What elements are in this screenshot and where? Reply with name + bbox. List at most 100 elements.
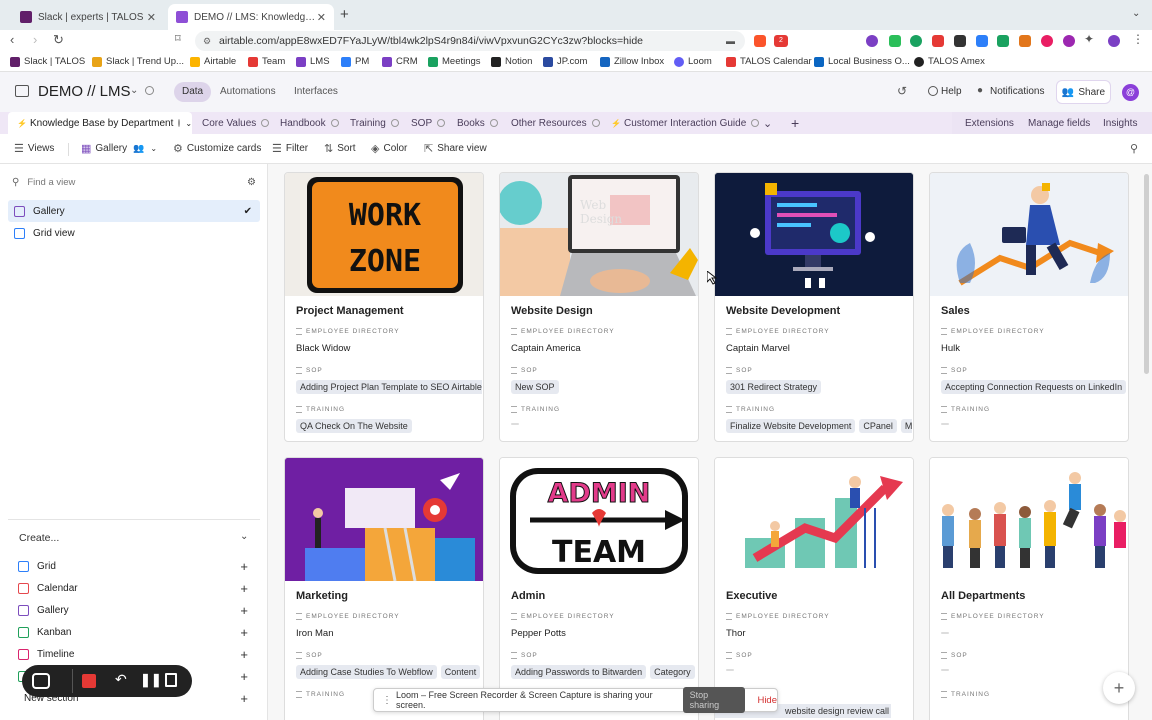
training-chip[interactable]: Finalize Website Development — [726, 419, 856, 433]
undo-icon[interactable]: ↶ — [115, 671, 127, 688]
bookmark-item[interactable]: JP.com — [543, 56, 587, 67]
browser-menu-icon[interactable]: ⋮ — [1132, 32, 1144, 46]
chevron-down-icon[interactable]: ⌄ — [130, 85, 138, 96]
create-section-label[interactable]: Create... — [19, 532, 59, 544]
table-tab-active[interactable]: ⚡ Knowledge Base by Department ⌄ — [8, 112, 192, 134]
help-link[interactable]: Help — [941, 86, 962, 97]
notifications-link[interactable]: Notifications — [990, 86, 1044, 97]
bookmark-item[interactable]: Notion — [491, 56, 532, 67]
create-kanban[interactable]: Kanban + — [18, 623, 248, 641]
hide-button[interactable]: Hide — [757, 695, 777, 706]
gallery-card[interactable]: Marketing EMPLOYEE DIRECTORY Iron Man SO… — [284, 457, 484, 720]
bookmark-item[interactable]: Local Business O... — [814, 56, 910, 67]
history-icon[interactable]: ↺ — [897, 84, 907, 98]
bookmark-item[interactable]: Airtable — [190, 56, 236, 67]
sidebar-view-gallery[interactable]: Gallery ✔ — [8, 200, 260, 222]
share-view-button[interactable]: ⇱ Share view — [424, 142, 487, 155]
camera-indicator-icon[interactable]: ▬ — [726, 36, 735, 46]
stop-icon[interactable] — [82, 674, 96, 688]
color-button[interactable]: ◈ Color — [371, 142, 407, 155]
extension-2-icon[interactable] — [889, 35, 901, 47]
create-timeline[interactable]: Timeline + — [18, 645, 248, 663]
extension-7-icon[interactable] — [997, 35, 1009, 47]
extension-5-icon[interactable] — [954, 35, 966, 47]
add-record-button[interactable]: + — [1103, 672, 1135, 704]
trash-icon[interactable] — [165, 673, 177, 687]
gallery-card[interactable]: ADMIN TEAM Admin EMPLOYEE DIRECTORY Pepp… — [499, 457, 699, 720]
bookmark-item[interactable]: TALOS Amex — [914, 56, 985, 67]
bookmark-item[interactable]: CRM — [382, 56, 418, 67]
gallery-scrollbar[interactable] — [1144, 174, 1149, 374]
manage-fields-link[interactable]: Manage fields — [1028, 112, 1090, 134]
gallery-card[interactable]: Website Development EMPLOYEE DIRECTORY C… — [714, 172, 914, 442]
pause-icon[interactable]: ❚❚ — [140, 672, 162, 688]
help-icon[interactable] — [928, 86, 938, 96]
account-avatar[interactable]: @ — [1122, 84, 1139, 101]
extension-6-icon[interactable] — [976, 35, 988, 47]
tab-list-chevron-icon[interactable]: ⌄ — [1132, 8, 1140, 19]
gallery-view-switcher[interactable]: ▦ Gallery 👥 ⌄ — [81, 142, 157, 155]
reload-icon[interactable]: ↻ — [53, 32, 64, 48]
bookmark-item[interactable]: Slack | Trend Up... — [92, 56, 184, 67]
table-tab[interactable]: ⚡ Customer Interaction Guide — [611, 112, 760, 134]
browser-tab-airtable[interactable]: DEMO // LMS: Knowledge Base ✕ — [168, 4, 334, 30]
create-gallery[interactable]: Gallery + — [18, 601, 248, 619]
forward-icon[interactable]: › — [33, 32, 37, 47]
brave-icon[interactable] — [754, 35, 766, 47]
table-tab[interactable]: Core Values — [202, 112, 270, 134]
training-chip[interactable]: M — [900, 419, 912, 433]
table-tab[interactable]: Other Resources — [511, 112, 600, 134]
more-tables-chevron-icon[interactable]: ⌄ — [763, 112, 772, 134]
nav-interfaces[interactable]: Interfaces — [294, 86, 338, 97]
site-info-icon[interactable]: ⚙ — [203, 36, 211, 47]
gallery-card[interactable]: Sales EMPLOYEE DIRECTORY Hulk SOP Accept… — [929, 172, 1129, 442]
sop-chip[interactable]: Content — [440, 665, 481, 679]
create-calendar[interactable]: Calendar + — [18, 579, 248, 597]
table-tab[interactable]: Books — [457, 112, 498, 134]
search-icon[interactable]: ⚲ — [1130, 142, 1138, 155]
sidebar-view-grid[interactable]: Grid view — [8, 222, 260, 244]
info-icon[interactable] — [145, 86, 154, 95]
gallery-card[interactable]: WORK ZONE Project Management EMPLOYEE DI… — [284, 172, 484, 442]
bookmark-item[interactable]: Slack | TALOS — [10, 56, 85, 67]
views-toggle[interactable]: ☰ Views — [14, 142, 54, 155]
bookmark-icon[interactable]: ⌑ — [175, 32, 181, 45]
extensions-puzzle-icon[interactable]: ✦ — [1084, 32, 1094, 46]
extension-badge[interactable]: 2 — [774, 35, 788, 47]
sop-chip[interactable]: Adding Passwords to Bitwarden — [511, 665, 647, 679]
insights-link[interactable]: Insights — [1103, 112, 1137, 134]
sop-chip[interactable]: Category — [650, 665, 695, 679]
bookmark-item[interactable]: Loom — [674, 56, 712, 67]
extension-4-icon[interactable] — [932, 35, 944, 47]
stop-sharing-button[interactable]: Stop sharing — [682, 687, 746, 713]
sop-chip[interactable]: 301 Redirect Strategy — [726, 380, 822, 394]
gallery-card[interactable]: All Departments EMPLOYEE DIRECTORY SOP T… — [929, 457, 1129, 720]
add-table-icon[interactable]: + — [791, 112, 799, 134]
filter-button[interactable]: ☰ Filter — [272, 142, 308, 155]
bookmark-item[interactable]: Meetings — [428, 56, 481, 67]
gallery-card[interactable]: Executive EMPLOYEE DIRECTORY Thor SOP we… — [714, 457, 914, 720]
drag-handle-icon[interactable]: ⋮ — [382, 695, 392, 706]
training-chip[interactable]: QA Check On The Website — [296, 419, 412, 433]
gear-icon[interactable]: ⚙ — [247, 177, 256, 188]
sop-chip[interactable]: Accepting Connection Requests on LinkedI… — [941, 380, 1127, 394]
bookmark-item[interactable]: TALOS Calendar — [726, 56, 812, 67]
extensions-link[interactable]: Extensions — [965, 112, 1014, 134]
url-field[interactable]: ⚙ airtable.com/appE8wxED7FYaJLyW/tbl4wk2… — [195, 31, 745, 51]
share-button[interactable]: 👥 Share — [1057, 81, 1110, 103]
close-tab-icon[interactable]: ✕ — [147, 11, 156, 24]
bookmark-item[interactable]: Team — [248, 56, 285, 67]
gallery-card[interactable]: Web Design Website Design EMPLOYEE DIREC… — [499, 172, 699, 442]
sop-chip[interactable]: New SOP — [511, 380, 559, 394]
grammarly-icon[interactable] — [910, 35, 922, 47]
extension-1-icon[interactable] — [866, 35, 878, 47]
table-tab[interactable]: Training — [350, 112, 399, 134]
find-view-field[interactable]: ⚲ Find a view ⚙ — [12, 173, 256, 191]
sop-chip[interactable]: Adding Case Studies To Webflow — [296, 665, 437, 679]
profile-avatar-icon[interactable] — [1108, 35, 1120, 47]
camera-icon[interactable] — [32, 673, 50, 689]
back-icon[interactable]: ‹ — [10, 32, 14, 47]
chevron-down-icon[interactable]: ⌄ — [240, 531, 248, 542]
extension-10-icon[interactable] — [1063, 35, 1075, 47]
nav-automations[interactable]: Automations — [220, 86, 276, 97]
